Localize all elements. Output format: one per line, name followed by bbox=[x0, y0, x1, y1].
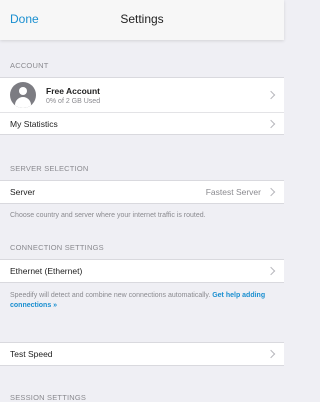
chevron-right-icon bbox=[266, 187, 276, 197]
connection-section-header: CONNECTION SETTINGS bbox=[10, 243, 104, 252]
session-section-header: SESSION SETTINGS bbox=[10, 393, 87, 402]
ethernet-label: Ethernet (Ethernet) bbox=[10, 266, 83, 276]
chevron-right-icon bbox=[266, 90, 276, 100]
chevron-right-icon bbox=[266, 119, 276, 128]
server-footnote: Choose country and server where your int… bbox=[10, 212, 206, 219]
connection-group: Ethernet (Ethernet) bbox=[0, 259, 284, 283]
account-section-header: ACCOUNT bbox=[10, 61, 49, 70]
server-section-header: SERVER SELECTION bbox=[10, 164, 89, 173]
connection-footnote: Speedify will detect and combine new con… bbox=[10, 291, 272, 311]
test-speed-group: Test Speed bbox=[0, 342, 284, 366]
server-value: Fastest Server bbox=[205, 187, 261, 197]
test-speed-label: Test Speed bbox=[10, 349, 53, 359]
connection-footnote-text: Speedify will detect and combine new con… bbox=[10, 292, 211, 299]
server-label: Server bbox=[10, 187, 36, 197]
account-group: Free Account 0% of 2 GB Used My Statisti… bbox=[0, 77, 284, 135]
my-statistics-label: My Statistics bbox=[10, 118, 58, 129]
chevron-right-icon bbox=[266, 266, 276, 276]
account-usage: 0% of 2 GB Used bbox=[46, 97, 101, 105]
navigation-bar: Done Settings bbox=[0, 0, 284, 40]
my-statistics-row[interactable]: My Statistics bbox=[0, 112, 284, 134]
server-group: Server Fastest Server bbox=[0, 180, 284, 204]
page-title: Settings bbox=[120, 12, 164, 26]
user-avatar-icon bbox=[10, 82, 36, 108]
chevron-right-icon bbox=[266, 349, 276, 359]
test-speed-row[interactable]: Test Speed bbox=[0, 343, 284, 365]
account-row[interactable]: Free Account 0% of 2 GB Used bbox=[0, 78, 284, 112]
ethernet-row[interactable]: Ethernet (Ethernet) bbox=[0, 260, 284, 282]
account-name: Free Account bbox=[46, 85, 101, 96]
server-row[interactable]: Server Fastest Server bbox=[0, 181, 284, 203]
